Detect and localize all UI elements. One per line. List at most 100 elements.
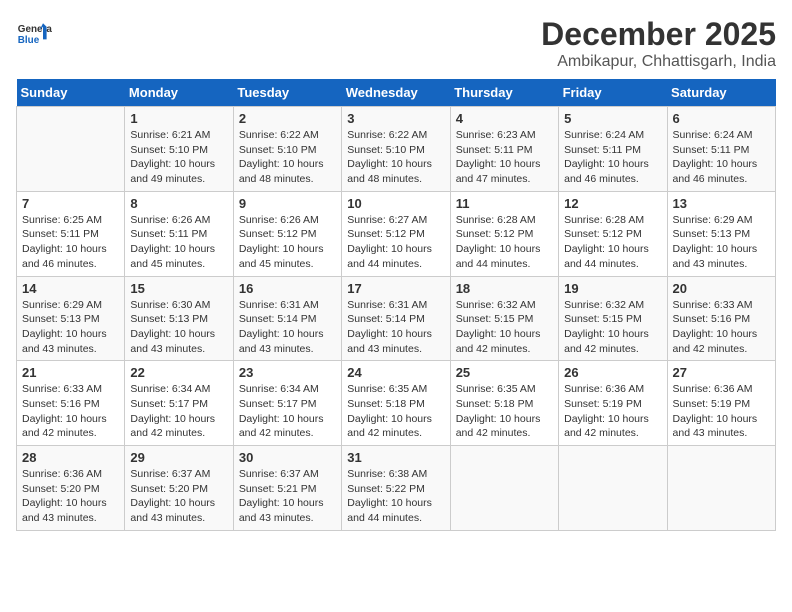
day-info: Sunrise: 6:25 AM Sunset: 5:11 PM Dayligh… (22, 213, 119, 272)
day-number: 6 (673, 111, 770, 126)
day-number: 20 (673, 281, 770, 296)
day-info: Sunrise: 6:29 AM Sunset: 5:13 PM Dayligh… (673, 213, 770, 272)
day-number: 2 (239, 111, 336, 126)
month-title: December 2025 (541, 16, 776, 53)
calendar-week-5: 28 Sunrise: 6:36 AM Sunset: 5:20 PM Dayli… (17, 446, 776, 531)
calendar-cell: 10Sunrise: 6:27 AM Sunset: 5:12 PM Dayli… (342, 191, 450, 276)
day-info: Sunrise: 6:21 AM Sunset: 5:10 PM Dayligh… (130, 128, 227, 187)
calendar-cell: 5Sunrise: 6:24 AM Sunset: 5:11 PM Daylig… (559, 107, 667, 192)
day-number: 18 (456, 281, 553, 296)
calendar-cell: 11Sunrise: 6:28 AM Sunset: 5:12 PM Dayli… (450, 191, 558, 276)
day-info: Sunrise: 6:23 AM Sunset: 5:11 PM Dayligh… (456, 128, 553, 187)
calendar-header-row: SundayMondayTuesdayWednesdayThursdayFrid… (17, 79, 776, 107)
day-number: 28 (22, 450, 119, 465)
day-number: 3 (347, 111, 444, 126)
day-number: 7 (22, 196, 119, 211)
day-number: 15 (130, 281, 227, 296)
calendar-cell: 16 Sunrise: 6:31 AM Sunset: 5:14 PM Dayli… (233, 276, 341, 361)
calendar-cell: 8 Sunrise: 6:26 AM Sunset: 5:11 PM Daylig… (125, 191, 233, 276)
day-number: 9 (239, 196, 336, 211)
calendar-cell: 31 Sunrise: 6:38 AM Sunset: 5:22 PM Dayli… (342, 446, 450, 531)
day-number: 14 (22, 281, 119, 296)
calendar-week-1: 1 Sunrise: 6:21 AM Sunset: 5:10 PM Daylig… (17, 107, 776, 192)
day-number: 27 (673, 365, 770, 380)
day-info: Sunrise: 6:33 AM Sunset: 5:16 PM Dayligh… (22, 382, 119, 441)
day-info: Sunrise: 6:37 AM Sunset: 5:20 PM Dayligh… (130, 467, 227, 526)
calendar-cell: 12Sunrise: 6:28 AM Sunset: 5:12 PM Dayli… (559, 191, 667, 276)
header-monday: Monday (125, 79, 233, 107)
day-info: Sunrise: 6:33 AM Sunset: 5:16 PM Dayligh… (673, 298, 770, 357)
day-info: Sunrise: 6:24 AM Sunset: 5:11 PM Dayligh… (673, 128, 770, 187)
calendar-cell (559, 446, 667, 531)
calendar-cell (17, 107, 125, 192)
day-info: Sunrise: 6:38 AM Sunset: 5:22 PM Dayligh… (347, 467, 444, 526)
day-number: 31 (347, 450, 444, 465)
logo-icon: General Blue (16, 16, 52, 52)
day-number: 26 (564, 365, 661, 380)
day-info: Sunrise: 6:29 AM Sunset: 5:13 PM Dayligh… (22, 298, 119, 357)
day-info: Sunrise: 6:27 AM Sunset: 5:12 PM Dayligh… (347, 213, 444, 272)
day-info: Sunrise: 6:28 AM Sunset: 5:12 PM Dayligh… (564, 213, 661, 272)
calendar-cell: 15Sunrise: 6:30 AM Sunset: 5:13 PM Dayli… (125, 276, 233, 361)
day-number: 19 (564, 281, 661, 296)
day-number: 16 (239, 281, 336, 296)
day-info: Sunrise: 6:37 AM Sunset: 5:21 PM Dayligh… (239, 467, 336, 526)
header-wednesday: Wednesday (342, 79, 450, 107)
calendar-cell: 14 Sunrise: 6:29 AM Sunset: 5:13 PM Dayli… (17, 276, 125, 361)
calendar-cell: 28 Sunrise: 6:36 AM Sunset: 5:20 PM Dayli… (17, 446, 125, 531)
day-info: Sunrise: 6:26 AM Sunset: 5:11 PM Dayligh… (130, 213, 227, 272)
day-number: 25 (456, 365, 553, 380)
svg-text:General: General (18, 24, 52, 35)
day-info: Sunrise: 6:26 AM Sunset: 5:12 PM Dayligh… (239, 213, 336, 272)
day-info: Sunrise: 6:24 AM Sunset: 5:11 PM Dayligh… (564, 128, 661, 187)
day-info: Sunrise: 6:34 AM Sunset: 5:17 PM Dayligh… (239, 382, 336, 441)
calendar-cell: 1 Sunrise: 6:21 AM Sunset: 5:10 PM Daylig… (125, 107, 233, 192)
calendar-cell: 23 Sunrise: 6:34 AM Sunset: 5:17 PM Dayli… (233, 361, 341, 446)
calendar-cell: 20 Sunrise: 6:33 AM Sunset: 5:16 PM Dayli… (667, 276, 775, 361)
header-sunday: Sunday (17, 79, 125, 107)
calendar-cell: 27Sunrise: 6:36 AM Sunset: 5:19 PM Dayli… (667, 361, 775, 446)
title-block: December 2025 Ambikapur, Chhattisgarh, I… (541, 16, 776, 71)
calendar-cell: 7 Sunrise: 6:25 AM Sunset: 5:11 PM Daylig… (17, 191, 125, 276)
header-thursday: Thursday (450, 79, 558, 107)
logo: General Blue (16, 16, 52, 52)
calendar-cell: 13 Sunrise: 6:29 AM Sunset: 5:13 PM Dayli… (667, 191, 775, 276)
day-info: Sunrise: 6:34 AM Sunset: 5:17 PM Dayligh… (130, 382, 227, 441)
day-number: 13 (673, 196, 770, 211)
day-number: 23 (239, 365, 336, 380)
day-number: 21 (22, 365, 119, 380)
calendar-cell: 19 Sunrise: 6:32 AM Sunset: 5:15 PM Dayli… (559, 276, 667, 361)
day-info: Sunrise: 6:36 AM Sunset: 5:20 PM Dayligh… (22, 467, 119, 526)
calendar-cell: 24Sunrise: 6:35 AM Sunset: 5:18 PM Dayli… (342, 361, 450, 446)
calendar-cell: 22 Sunrise: 6:34 AM Sunset: 5:17 PM Dayli… (125, 361, 233, 446)
day-info: Sunrise: 6:31 AM Sunset: 5:14 PM Dayligh… (347, 298, 444, 357)
day-number: 30 (239, 450, 336, 465)
calendar-cell (450, 446, 558, 531)
calendar-cell: 2Sunrise: 6:22 AM Sunset: 5:10 PM Daylig… (233, 107, 341, 192)
day-info: Sunrise: 6:35 AM Sunset: 5:18 PM Dayligh… (347, 382, 444, 441)
day-number: 8 (130, 196, 227, 211)
day-number: 22 (130, 365, 227, 380)
calendar-cell: 9 Sunrise: 6:26 AM Sunset: 5:12 PM Daylig… (233, 191, 341, 276)
calendar-cell: 26Sunrise: 6:36 AM Sunset: 5:19 PM Dayli… (559, 361, 667, 446)
calendar-cell: 4 Sunrise: 6:23 AM Sunset: 5:11 PM Daylig… (450, 107, 558, 192)
calendar-cell: 17 Sunrise: 6:31 AM Sunset: 5:14 PM Dayli… (342, 276, 450, 361)
header-friday: Friday (559, 79, 667, 107)
header-tuesday: Tuesday (233, 79, 341, 107)
day-number: 17 (347, 281, 444, 296)
day-number: 4 (456, 111, 553, 126)
day-info: Sunrise: 6:28 AM Sunset: 5:12 PM Dayligh… (456, 213, 553, 272)
day-info: Sunrise: 6:32 AM Sunset: 5:15 PM Dayligh… (456, 298, 553, 357)
calendar-cell: 25Sunrise: 6:35 AM Sunset: 5:18 PM Dayli… (450, 361, 558, 446)
day-number: 1 (130, 111, 227, 126)
calendar-table: SundayMondayTuesdayWednesdayThursdayFrid… (16, 79, 776, 531)
calendar-cell: 18 Sunrise: 6:32 AM Sunset: 5:15 PM Dayli… (450, 276, 558, 361)
calendar-week-3: 14 Sunrise: 6:29 AM Sunset: 5:13 PM Dayli… (17, 276, 776, 361)
day-info: Sunrise: 6:31 AM Sunset: 5:14 PM Dayligh… (239, 298, 336, 357)
day-info: Sunrise: 6:32 AM Sunset: 5:15 PM Dayligh… (564, 298, 661, 357)
calendar-cell (667, 446, 775, 531)
location-title: Ambikapur, Chhattisgarh, India (541, 53, 776, 71)
calendar-week-4: 21 Sunrise: 6:33 AM Sunset: 5:16 PM Dayli… (17, 361, 776, 446)
calendar-cell: 29Sunrise: 6:37 AM Sunset: 5:20 PM Dayli… (125, 446, 233, 531)
calendar-cell: 30 Sunrise: 6:37 AM Sunset: 5:21 PM Dayli… (233, 446, 341, 531)
